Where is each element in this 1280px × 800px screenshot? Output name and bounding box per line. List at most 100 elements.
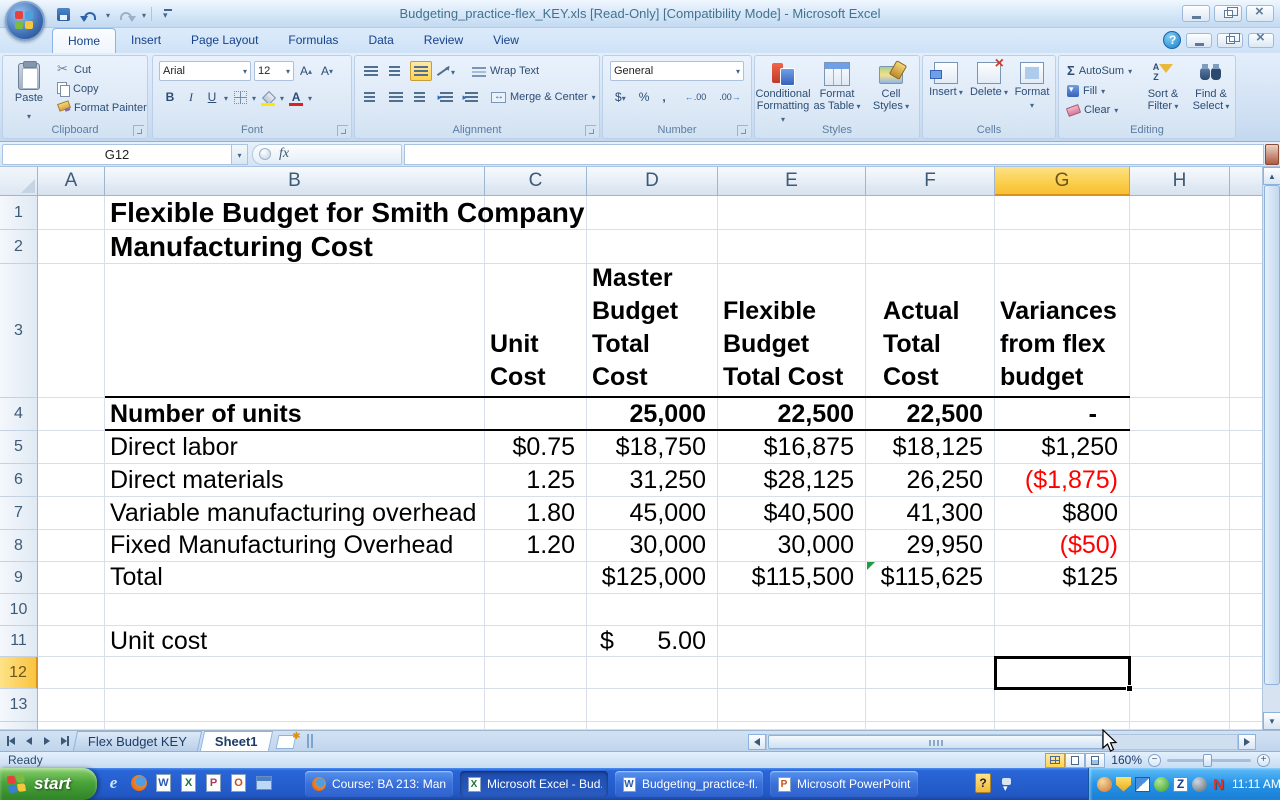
horizontal-scrollbar[interactable]: [748, 733, 1256, 750]
cell-E14[interactable]: [718, 722, 866, 730]
orientation-button[interactable]: [435, 61, 457, 81]
cell-C12[interactable]: [485, 657, 587, 689]
firefox-icon[interactable]: [129, 772, 148, 794]
font-color-dropdown-arrow[interactable]: [308, 88, 312, 106]
cell-F1[interactable]: [866, 196, 995, 230]
cell-A7[interactable]: [38, 497, 105, 530]
cell-E12[interactable]: [718, 657, 866, 689]
cell-B1[interactable]: Flexible Budget for Smith Company: [105, 196, 584, 230]
cell-I4[interactable]: [1230, 398, 1262, 431]
fill-handle[interactable]: [1126, 685, 1133, 692]
cell-F6[interactable]: 26,250: [866, 464, 995, 497]
cell-G4[interactable]: -: [995, 398, 1130, 431]
cell-F12[interactable]: [866, 657, 995, 689]
cell-G7[interactable]: $800: [995, 497, 1130, 530]
save-button[interactable]: [52, 4, 74, 24]
scroll-left-button[interactable]: [748, 733, 766, 750]
cut-button[interactable]: Cut: [53, 61, 151, 78]
cell-A10[interactable]: [38, 594, 105, 626]
row-header-6[interactable]: 6: [0, 464, 38, 497]
cell-E11[interactable]: [718, 626, 866, 657]
update-icon[interactable]: [1154, 776, 1169, 792]
row-header-11[interactable]: 11: [0, 626, 38, 657]
cell-E1[interactable]: [718, 196, 866, 230]
sheet-tab-sheet1-active[interactable]: Sheet1: [199, 731, 273, 751]
cell-F13[interactable]: [866, 689, 995, 722]
cell-H12[interactable]: [1130, 657, 1230, 689]
column-header-h[interactable]: H: [1130, 167, 1230, 196]
cell-H9[interactable]: [1130, 562, 1230, 594]
row-header-2[interactable]: 2: [0, 230, 38, 264]
cell-C14[interactable]: [485, 722, 587, 730]
internet-explorer-icon[interactable]: [104, 772, 123, 794]
last-sheet-button[interactable]: [57, 733, 73, 749]
status-icon[interactable]: [1192, 776, 1207, 792]
office-button[interactable]: [5, 1, 45, 41]
increase-indent-button[interactable]: [460, 87, 482, 107]
cell-D3[interactable]: Master Budget Total Cost: [587, 264, 718, 398]
autosum-button[interactable]: Σ AutoSum: [1063, 61, 1136, 80]
messenger-icon[interactable]: [1097, 776, 1112, 792]
cell-I6[interactable]: [1230, 464, 1262, 497]
help-question-icon[interactable]: [975, 773, 991, 793]
percent-style-button[interactable]: %: [634, 87, 655, 107]
cell-H4[interactable]: [1130, 398, 1230, 431]
redo-button[interactable]: [115, 4, 137, 24]
undo-button[interactable]: [79, 4, 101, 24]
cell-H6[interactable]: [1130, 464, 1230, 497]
horizontal-scroll-thumb[interactable]: [768, 734, 1103, 749]
tab-view[interactable]: View: [478, 28, 534, 53]
decrease-decimal-button[interactable]: .00 →: [714, 87, 746, 107]
cell-D13[interactable]: [587, 689, 718, 722]
cell-H10[interactable]: [1130, 594, 1230, 626]
cell-D14[interactable]: [587, 722, 718, 730]
cell-styles-button[interactable]: Cell Styles: [865, 60, 917, 126]
cell-A6[interactable]: [38, 464, 105, 497]
cell-I14[interactable]: [1230, 722, 1262, 730]
decrease-indent-button[interactable]: [435, 87, 457, 107]
cell-C8[interactable]: 1.20: [485, 530, 587, 562]
grow-font-button[interactable]: A ▴: [297, 61, 315, 81]
cell-F10[interactable]: [866, 594, 995, 626]
cell-A13[interactable]: [38, 689, 105, 722]
first-sheet-button[interactable]: [3, 733, 19, 749]
borders-dropdown-arrow[interactable]: [252, 88, 256, 106]
cell-F8[interactable]: 29,950: [866, 530, 995, 562]
cell-B14[interactable]: [105, 722, 485, 730]
cell-I12[interactable]: [1230, 657, 1262, 689]
cell-B7[interactable]: Variable manufacturing overhead: [105, 497, 485, 530]
restore-button[interactable]: [1214, 5, 1242, 22]
align-right-button[interactable]: [410, 87, 432, 107]
cell-I9[interactable]: [1230, 562, 1262, 594]
cell-C3[interactable]: Unit Cost: [485, 264, 587, 398]
font-size-combo[interactable]: 12: [254, 61, 294, 81]
expand-formula-bar-button[interactable]: [1265, 143, 1279, 165]
row-header-3[interactable]: 3: [0, 264, 38, 398]
cell-D2[interactable]: [587, 230, 718, 264]
name-box-dropdown[interactable]: [232, 143, 248, 165]
cell-A14[interactable]: [38, 722, 105, 730]
cell-C10[interactable]: [485, 594, 587, 626]
sheet-tab-flex-budget-key[interactable]: Flex Budget KEY: [72, 731, 203, 751]
row-header-8[interactable]: 8: [0, 530, 38, 562]
row-header-9[interactable]: 9: [0, 562, 38, 594]
cell-C7[interactable]: 1.80: [485, 497, 587, 530]
formula-input[interactable]: [404, 143, 1264, 165]
cell-H7[interactable]: [1130, 497, 1230, 530]
cell-G9[interactable]: $125: [995, 562, 1130, 594]
cell-E5[interactable]: $16,875: [718, 431, 866, 464]
cell-B2[interactable]: Manufacturing Cost: [105, 230, 485, 264]
cell-C4[interactable]: [485, 398, 587, 431]
task-firefox-course[interactable]: Course: BA 213: Man...: [305, 771, 453, 797]
cell-B13[interactable]: [105, 689, 485, 722]
security-icon[interactable]: [1135, 776, 1150, 792]
cell-H14[interactable]: [1130, 722, 1230, 730]
zoom-out-button[interactable]: −: [1148, 753, 1161, 767]
row-header-13[interactable]: 13: [0, 689, 38, 722]
merge-center-button[interactable]: Merge & Center: [487, 89, 600, 105]
row-header-10[interactable]: 10: [0, 594, 38, 626]
close-button[interactable]: [1246, 4, 1274, 22]
cell-C9[interactable]: [485, 562, 587, 594]
bold-button[interactable]: B: [161, 87, 179, 107]
top-align-button[interactable]: [360, 61, 382, 81]
